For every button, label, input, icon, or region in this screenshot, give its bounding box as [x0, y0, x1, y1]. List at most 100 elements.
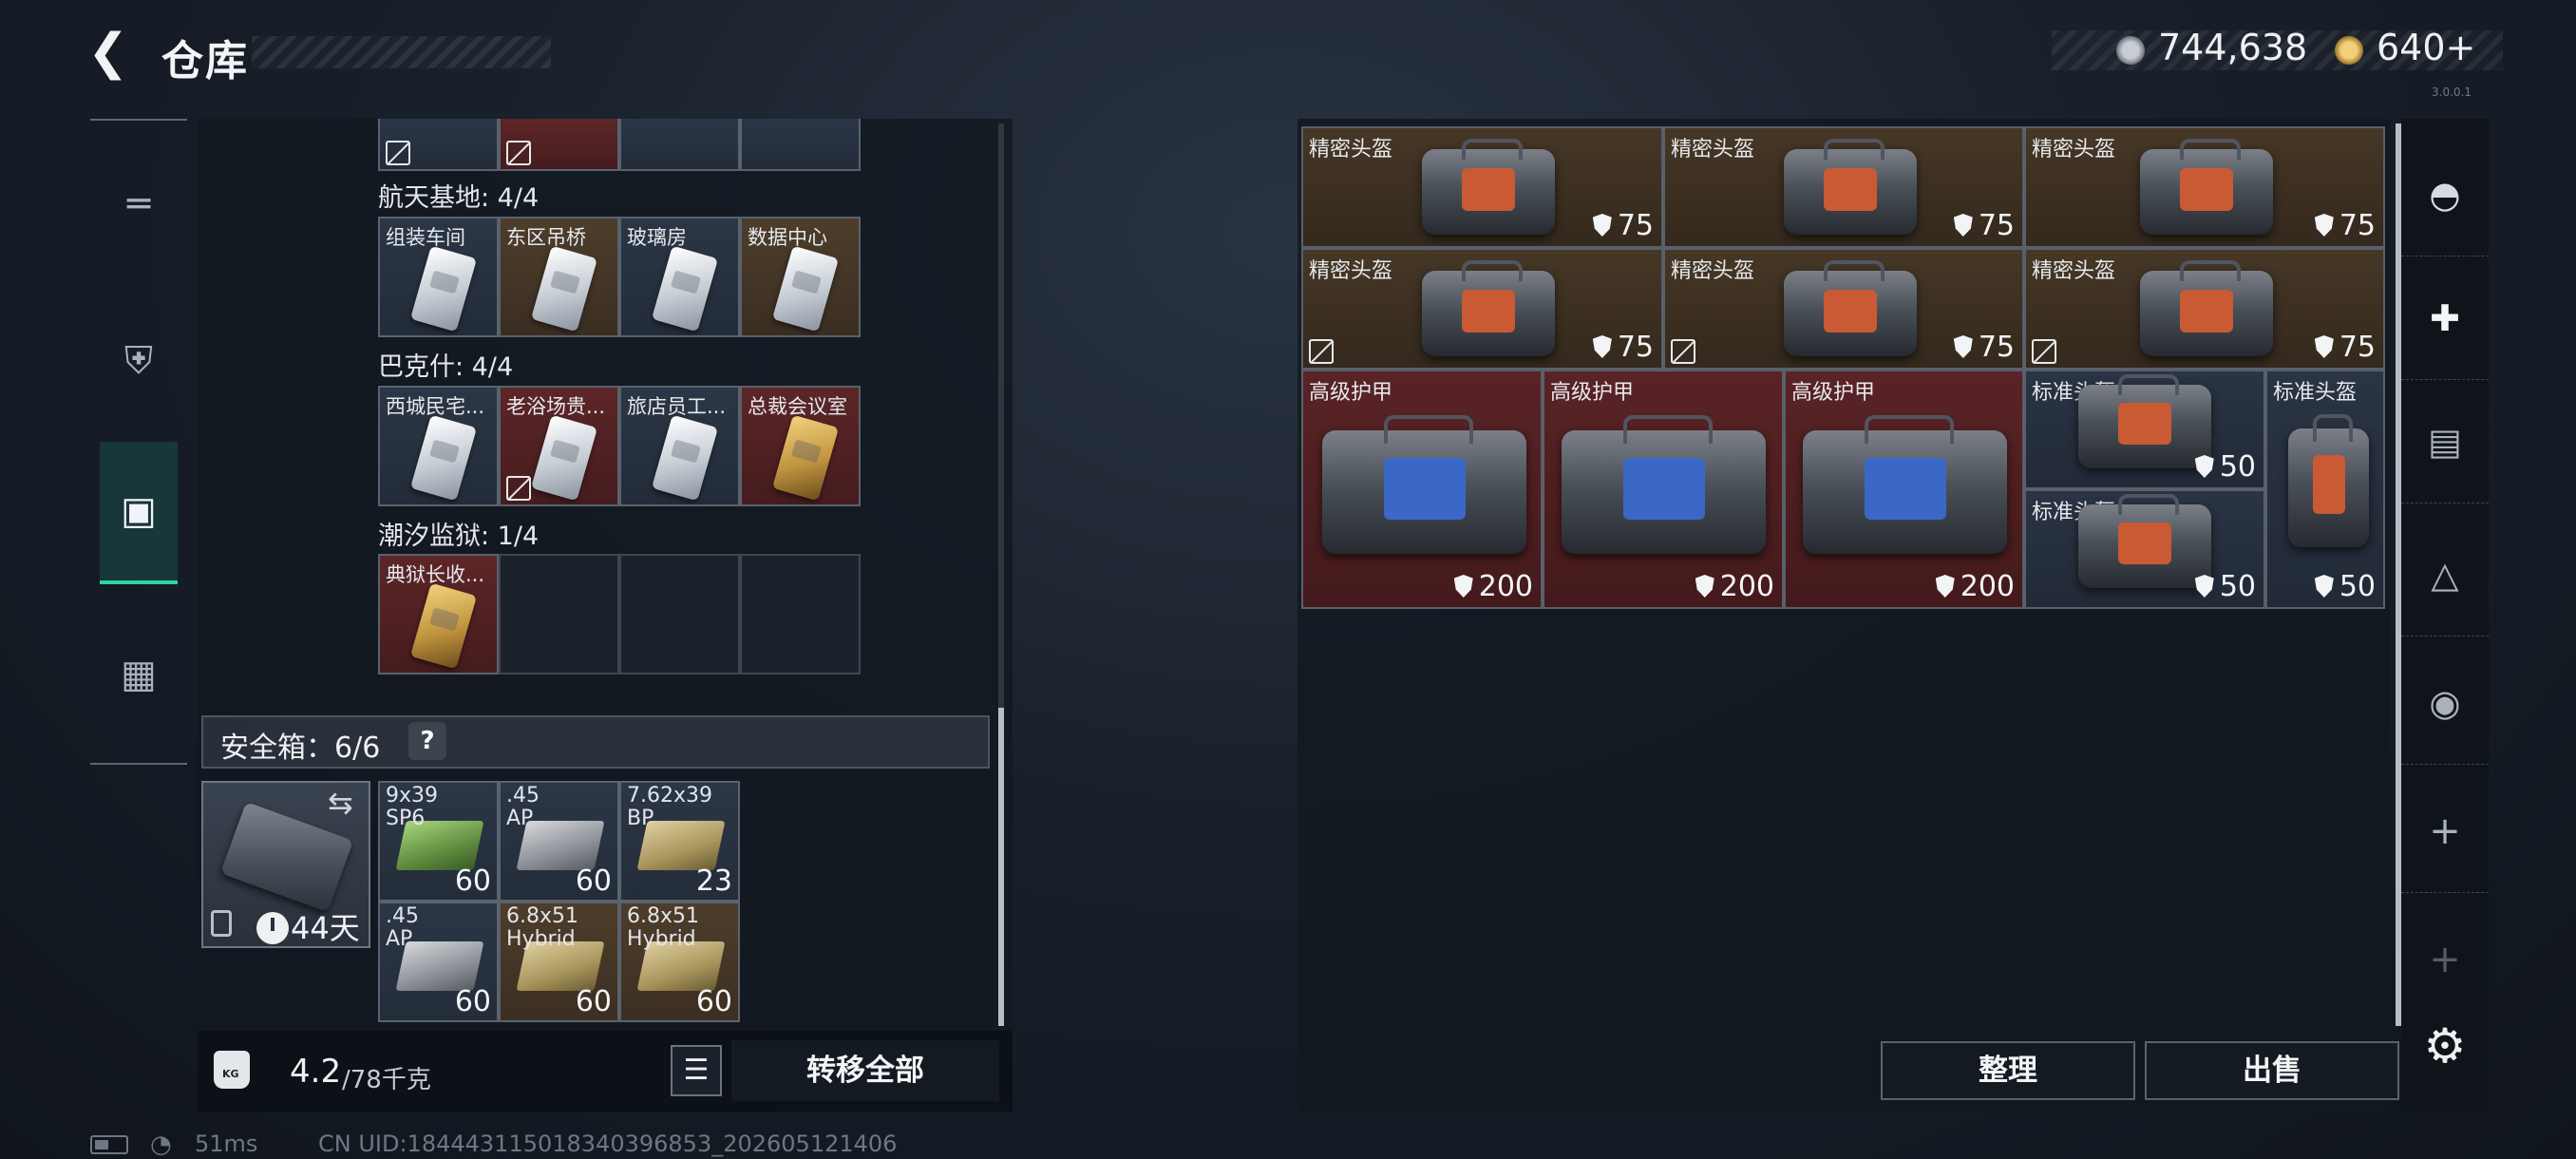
keycard-label: 数据中心 [748, 226, 827, 249]
section-title: 航天基地: 4/4 [378, 183, 540, 213]
list-view-button[interactable]: ☰ [671, 1045, 722, 1096]
keycard-icon [771, 414, 840, 502]
weight-max: /78千克 [342, 1066, 431, 1094]
keycard-label: 东区吊桥 [506, 226, 586, 249]
keycard-slot[interactable] [378, 119, 499, 171]
back-button[interactable]: ❮ [87, 28, 135, 77]
item-label: 精密头盔 [1309, 259, 1393, 283]
shield-icon [2314, 575, 2334, 598]
item-armor-value: 200 [1695, 570, 1774, 603]
keycard-slot-empty[interactable] [740, 554, 861, 674]
helmet-icon[interactable]: ◓ [2401, 133, 2489, 256]
keycard-row: 组装车间 东区吊桥 玻璃房 数据中心 [378, 217, 861, 337]
ammo-label: 6.8x51 Hybrid [627, 904, 700, 951]
keycard-row: 西城民宅... 老浴场贵... 旅店员工... 总裁会议室 [378, 386, 861, 506]
unlinked-icon [1309, 339, 1334, 364]
silver-coin-icon [2116, 36, 2145, 65]
section-title: 巴克什: 4/4 [378, 352, 514, 382]
inventory-item[interactable]: 标准头盔 50 [2265, 370, 2385, 609]
tab-kits[interactable]: ▦ [100, 603, 178, 746]
plus-icon[interactable]: + [2401, 898, 2489, 1021]
helmet-case-icon [1422, 139, 1555, 235]
map-icon[interactable]: △ [2401, 513, 2489, 636]
keycard-slot[interactable]: 玻璃房 [619, 217, 740, 337]
keycard-slot-empty[interactable] [499, 554, 619, 674]
keycard-slot[interactable]: 老浴场贵... [499, 386, 619, 506]
keycard-slot[interactable]: 旅店员工... [619, 386, 740, 506]
inventory-item[interactable]: 标准头盔 50 [2024, 370, 2265, 489]
swap-icon[interactable]: ⇆ [328, 785, 353, 821]
keycard-slot[interactable] [499, 119, 619, 171]
safebox-title: 安全箱：6/6 [220, 732, 381, 765]
inventory-item[interactable]: 精密头盔 75 [1663, 248, 2024, 370]
keycard-icon [409, 582, 478, 670]
plus-icon[interactable]: + [2401, 770, 2489, 893]
ammo-slot[interactable]: 6.8x51 Hybrid 60 [499, 902, 619, 1022]
version-label: 3.0.0.1 [2432, 86, 2472, 99]
unlinked-icon [1671, 339, 1695, 364]
item-armor-value: 75 [1953, 209, 2015, 242]
help-button[interactable]: ? [408, 722, 446, 760]
ammo-slot[interactable]: 9x39 SP6 60 [378, 781, 499, 902]
ammo-qty: 60 [454, 985, 491, 1018]
folder-icon[interactable]: ▤ [2401, 380, 2489, 504]
keycard-slot[interactable]: 数据中心 [740, 217, 861, 337]
inventory-item[interactable]: 精密头盔 75 [2024, 248, 2385, 370]
inventory-item[interactable]: 高级护甲 200 [1543, 370, 1784, 609]
silver-amount: 744,638 [2158, 27, 2308, 68]
ammo-slot[interactable]: 7.62x39 BP 23 [619, 781, 740, 902]
armor-case-icon [1322, 415, 1526, 554]
gold-amount[interactable]: 640+ [2377, 27, 2475, 68]
shield-icon [1592, 214, 1612, 237]
keycard-slot-empty[interactable] [619, 554, 740, 674]
ammo-slot[interactable]: 6.8x51 Hybrid 60 [619, 902, 740, 1022]
sell-button[interactable]: 出售 [2145, 1041, 2399, 1100]
helmet-case-icon [1784, 139, 1917, 235]
ping-label: 51ms [195, 1130, 258, 1157]
gun-icon: ═ [126, 182, 151, 226]
unlinked-icon [2032, 339, 2056, 364]
gear-icon[interactable]: ⚙ [2420, 1021, 2470, 1071]
ammo-qty: 60 [454, 864, 491, 898]
tab-storage[interactable]: ▣ [100, 442, 178, 584]
item-label: 精密头盔 [1671, 138, 1755, 162]
keycard-icon [771, 245, 840, 332]
inventory-item[interactable]: 精密头盔 75 [1663, 126, 2024, 248]
camera-icon[interactable]: ◉ [2401, 641, 2489, 765]
inventory-item[interactable]: 精密头盔 75 [1301, 126, 1663, 248]
tab-gear[interactable]: ⛨ [100, 290, 178, 432]
wifi-icon: ◔ [150, 1130, 172, 1159]
shield-icon [1592, 335, 1612, 358]
keycard-slot[interactable] [619, 119, 740, 171]
inventory-item[interactable]: 精密头盔 75 [1301, 248, 1663, 370]
briefcase-icon: ▦ [121, 653, 157, 696]
transfer-all-button[interactable]: 转移全部 [731, 1040, 999, 1101]
keycard-slot[interactable]: 东区吊桥 [499, 217, 619, 337]
keycard-slot[interactable]: 组装车间 [378, 217, 499, 337]
keycard-slot[interactable] [740, 119, 861, 171]
item-label: 高级护甲 [1309, 381, 1393, 405]
left-scrollbar-thumb[interactable] [998, 708, 1004, 1026]
inventory-item[interactable]: 高级护甲 200 [1784, 370, 2024, 609]
keycard-slot[interactable]: 总裁会议室 [740, 386, 861, 506]
helmet-case-icon [2078, 374, 2211, 468]
unlinked-icon [386, 141, 410, 165]
keycard-slot[interactable]: 典狱长收... [378, 554, 499, 674]
inventory-item[interactable]: 精密头盔 75 [2024, 126, 2385, 248]
sort-button[interactable]: 整理 [1881, 1041, 2135, 1100]
item-armor-value: 75 [1592, 331, 1654, 364]
ammo-label: .45 AP [386, 904, 419, 951]
ammo-label: .45 AP [506, 784, 540, 830]
keycard-slot[interactable]: 西城民宅... [378, 386, 499, 506]
days-left: 44天 [291, 910, 360, 946]
inventory-item[interactable]: 标准头盔 50 [2024, 489, 2265, 609]
medkit-icon[interactable]: ✚ [2401, 256, 2489, 380]
helmet-case-icon [2140, 260, 2273, 356]
unlinked-icon [506, 476, 531, 501]
inventory-item[interactable]: 高级护甲 200 [1301, 370, 1543, 609]
armor-case-icon [1562, 415, 1766, 554]
ammo-label: 6.8x51 Hybrid [506, 904, 579, 951]
ammo-slot[interactable]: .45 AP 60 [378, 902, 499, 1022]
tab-weapons[interactable]: ═ [100, 133, 178, 276]
ammo-slot[interactable]: .45 AP 60 [499, 781, 619, 902]
